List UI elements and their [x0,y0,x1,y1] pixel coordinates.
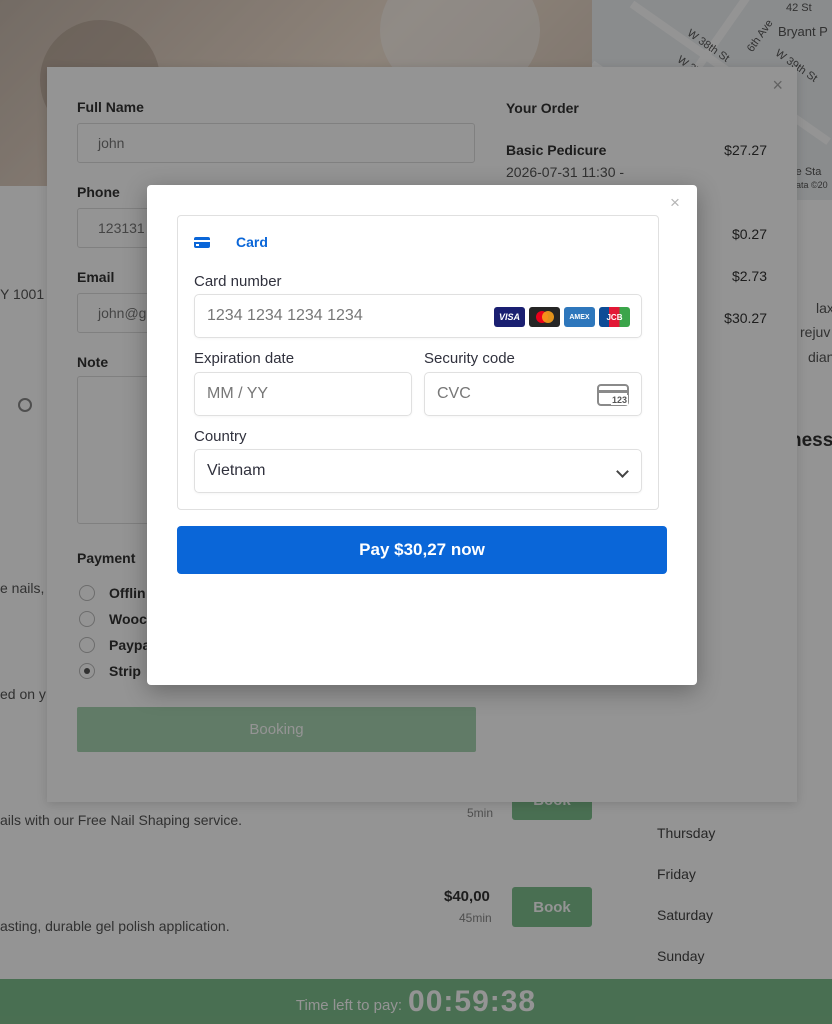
card-payment-element: Card Card number 1234 1234 1234 1234 VIS… [177,215,659,510]
amex-icon: AMEX [564,307,595,327]
cvc-icon-text: 123 [610,395,628,405]
payment-modal: × Card Card number 1234 1234 1234 1234 V… [147,185,697,685]
country-select[interactable]: Vietnam [194,449,642,493]
card-number-input[interactable]: 1234 1234 1234 1234 VISA AMEX JCB [194,294,642,338]
security-code-label: Security code [424,350,515,367]
card-number-label: Card number [194,273,282,290]
card-brands: VISA AMEX JCB [494,307,630,327]
expiration-placeholder: MM / YY [207,385,269,402]
country-label: Country [194,428,247,445]
chevron-down-icon [616,465,629,478]
expiration-input[interactable]: MM / YY [194,372,412,416]
security-code-input[interactable]: CVC 123 [424,372,642,416]
tab-card-label: Card [236,234,268,250]
credit-card-icon [194,236,210,248]
jcb-icon: JCB [599,307,630,327]
country-value: Vietnam [207,462,266,479]
expiration-label: Expiration date [194,350,295,367]
tab-card[interactable]: Card [194,234,268,250]
card-number-placeholder: 1234 1234 1234 1234 [207,307,363,324]
cvc-placeholder: CVC [437,385,471,402]
close-icon[interactable]: × [670,193,680,213]
visa-icon: VISA [494,307,525,327]
pay-button[interactable]: Pay $30,27 now [177,526,667,574]
mastercard-icon [529,307,560,327]
